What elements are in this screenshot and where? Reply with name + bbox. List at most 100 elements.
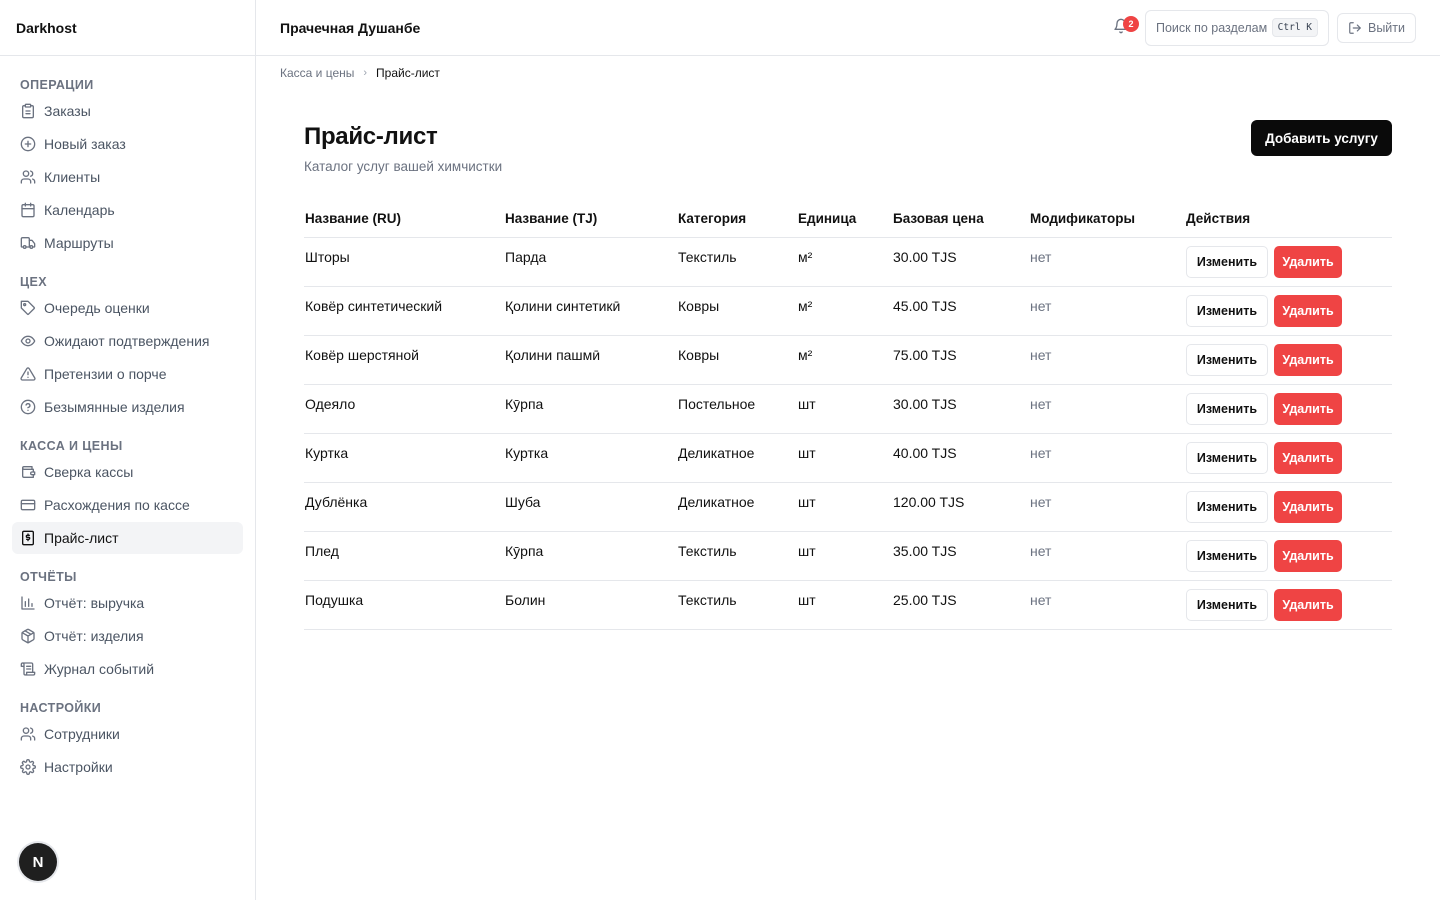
table-cell: Одеяло xyxy=(304,384,504,434)
org-name: Прачечная Душанбе xyxy=(280,19,421,36)
edit-button[interactable]: Изменить xyxy=(1186,392,1268,425)
sidebar-item[interactable]: Расхождения по кассе xyxy=(12,489,243,521)
sidebar-section-title: Настройки xyxy=(20,701,102,715)
table-cell: 40.00 TJS xyxy=(892,433,1029,483)
topbar-actions: 2 Поиск по разделам Ctrl K Выйти xyxy=(1103,9,1416,46)
table-cell: Ковёр шерстяной xyxy=(304,335,504,385)
sidebar-item[interactable]: Маршруты xyxy=(12,227,243,259)
column-header: Единица xyxy=(797,200,892,238)
delete-button[interactable]: Удалить xyxy=(1274,490,1342,523)
sidebar-item[interactable]: Календарь xyxy=(12,194,243,226)
table-cell: 45.00 TJS xyxy=(892,286,1029,336)
sidebar-item[interactable]: Очередь оценки xyxy=(12,292,243,324)
edit-button[interactable]: Изменить xyxy=(1186,539,1268,572)
search-placeholder: Поиск по разделам xyxy=(1155,20,1268,35)
avatar[interactable]: N xyxy=(19,843,57,881)
table-cell: шт xyxy=(797,531,892,581)
logout-icon xyxy=(1348,21,1368,35)
delete-button[interactable]: Удалить xyxy=(1274,294,1342,327)
table-row: Ковёр шерстяной Қолини пашмӣ Ковры м² 75.00 … xyxy=(304,335,1392,385)
table-cell: шт xyxy=(797,580,892,630)
sidebar-item[interactable]: Претензии о порче xyxy=(12,358,243,390)
sidebar-item[interactable]: Отчёт: изделия xyxy=(12,620,243,652)
search-input[interactable]: Поиск по разделам Ctrl K xyxy=(1144,9,1329,46)
delete-button[interactable]: Удалить xyxy=(1274,588,1342,621)
table-cell: Плед xyxy=(304,531,504,581)
wallet-icon xyxy=(20,464,36,480)
table-cell: нет xyxy=(1029,531,1185,581)
delete-button[interactable]: Удалить xyxy=(1274,539,1342,572)
table-cell: Кӯрпа xyxy=(504,531,677,581)
breadcrumb-current: Прайс-лист xyxy=(376,66,440,80)
sidebar-item[interactable]: Безымянные изделия xyxy=(12,391,243,423)
row-actions: Изменить Удалить xyxy=(1185,384,1392,434)
sidebar-section-title: Отчёты xyxy=(20,570,77,584)
sidebar-item[interactable]: Сверка кассы xyxy=(12,456,243,488)
delete-button[interactable]: Удалить xyxy=(1274,245,1342,278)
sidebar-item[interactable]: Сотрудники xyxy=(12,718,243,750)
edit-button[interactable]: Изменить xyxy=(1186,343,1268,376)
table-cell: Кӯрпа xyxy=(504,384,677,434)
add-service-button[interactable]: Добавить услугу xyxy=(1251,120,1392,156)
row-actions: Изменить Удалить xyxy=(1185,286,1392,336)
table-cell: м² xyxy=(797,335,892,385)
table-cell: нет xyxy=(1029,237,1185,287)
sidebar-item-label: Расхождения по кассе xyxy=(44,497,190,513)
scroll-icon xyxy=(20,661,36,677)
column-header: Категория xyxy=(677,200,797,238)
sidebar-item[interactable]: Заказы xyxy=(12,95,243,127)
sidebar-item-label: Ожидают подтверждения xyxy=(44,333,210,349)
edit-button[interactable]: Изменить xyxy=(1186,294,1268,327)
sidebar-item[interactable]: Прайс-лист xyxy=(12,522,243,554)
sidebar-item-label: Отчёт: выручка xyxy=(44,595,145,611)
table-cell: 30.00 TJS xyxy=(892,237,1029,287)
logout-button[interactable]: Выйти xyxy=(1336,12,1416,43)
delete-button[interactable]: Удалить xyxy=(1274,441,1342,474)
edit-button[interactable]: Изменить xyxy=(1186,245,1268,278)
row-actions: Изменить Удалить xyxy=(1185,580,1392,630)
column-header: Базовая цена xyxy=(892,200,1029,238)
sidebar-item-label: Настройки xyxy=(44,759,113,775)
row-actions: Изменить Удалить xyxy=(1185,531,1392,581)
edit-button[interactable]: Изменить xyxy=(1186,441,1268,474)
sidebar-item[interactable]: Клиенты xyxy=(12,161,243,193)
table-cell: 25.00 TJS xyxy=(892,580,1029,630)
table-cell: 30.00 TJS xyxy=(892,384,1029,434)
sidebar-item-label: Безымянные изделия xyxy=(44,399,185,415)
clipboard-icon xyxy=(20,103,36,119)
table-cell: Подушка xyxy=(304,580,504,630)
table-cell: нет xyxy=(1029,335,1185,385)
table-cell: Ковры xyxy=(677,286,797,336)
sidebar-item-label: Журнал событий xyxy=(44,661,155,677)
sidebar-item[interactable]: Ожидают подтверждения xyxy=(12,325,243,357)
notifications-button[interactable]: 2 xyxy=(1103,10,1139,46)
sidebar-item[interactable]: Новый заказ xyxy=(12,128,243,160)
table-row: Дублёнка Шуба Деликатное шт 120.00 TJS нет Изм… xyxy=(304,482,1392,532)
breadcrumb-parent[interactable]: Касса и цены xyxy=(280,66,354,80)
delete-button[interactable]: Удалить xyxy=(1274,343,1342,376)
delete-button[interactable]: Удалить xyxy=(1274,392,1342,425)
sidebar-section-title: Касса и цены xyxy=(20,439,123,453)
row-actions: Изменить Удалить xyxy=(1185,482,1392,532)
sidebar-item[interactable]: Настройки xyxy=(12,751,243,783)
table-cell: Ковры xyxy=(677,335,797,385)
table-cell: шт xyxy=(797,384,892,434)
table-cell: нет xyxy=(1029,482,1185,532)
table-cell: Деликатное xyxy=(677,482,797,532)
edit-button[interactable]: Изменить xyxy=(1186,588,1268,621)
edit-button[interactable]: Изменить xyxy=(1186,490,1268,523)
credit-card-icon xyxy=(20,497,36,513)
sidebar-item[interactable]: Журнал событий xyxy=(12,653,243,685)
table-cell: Текстиль xyxy=(677,580,797,630)
table-cell: нет xyxy=(1029,580,1185,630)
table-row: Ковёр синтетический Қолини синтетикӣ Ковры… xyxy=(304,286,1392,336)
sidebar-item-label: Претензии о порче xyxy=(44,366,167,382)
table-cell: нет xyxy=(1029,286,1185,336)
table-cell: Парда xyxy=(504,237,677,287)
table-header-row: Название (RU) Название (TJ) Категория Едини… xyxy=(304,200,1392,238)
eye-icon xyxy=(20,333,36,349)
warning-triangle-icon xyxy=(20,366,36,382)
table-cell: шт xyxy=(797,482,892,532)
sidebar-item[interactable]: Отчёт: выручка xyxy=(12,587,243,619)
table-cell: Куртка xyxy=(304,433,504,483)
